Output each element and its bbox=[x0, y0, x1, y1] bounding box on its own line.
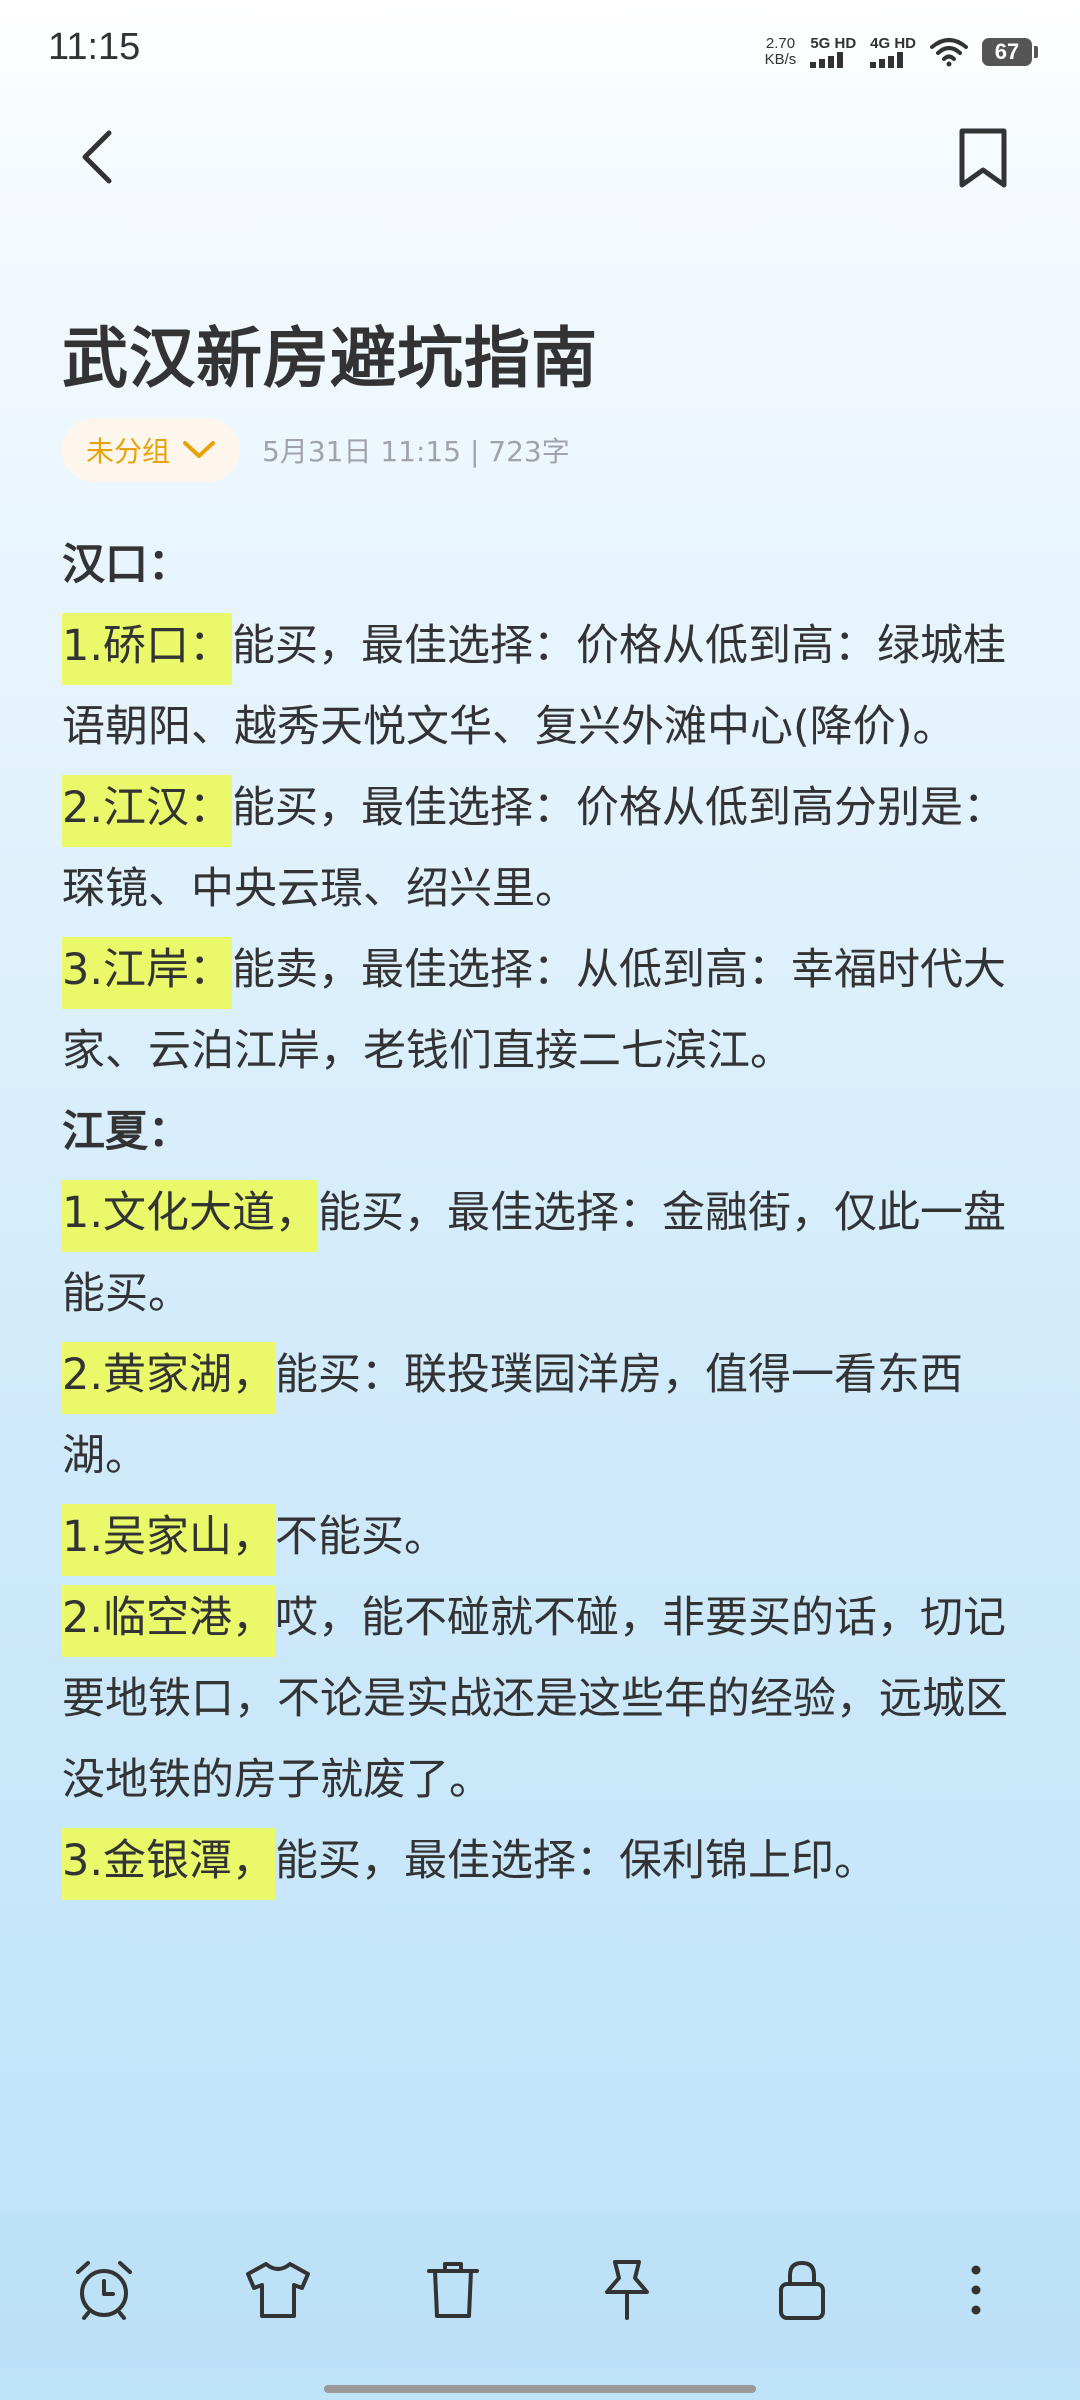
note-date-wordcount: 5月31日 11:15 | 723字 bbox=[262, 435, 570, 468]
trash-icon bbox=[426, 2262, 479, 2318]
signal-bars-icon bbox=[810, 52, 844, 68]
highlighted-text: 3.江岸： bbox=[62, 937, 233, 1009]
pin-button[interactable] bbox=[587, 2250, 667, 2330]
highlighted-text: 1.硚口： bbox=[62, 613, 233, 685]
bookmark-icon bbox=[959, 128, 1007, 188]
paragraph: 2.黄家湖，能买：联投璞园洋房，值得一看东西湖。 bbox=[62, 1335, 1027, 1497]
section-heading: 江夏： bbox=[62, 1107, 191, 1157]
bookmark-button[interactable] bbox=[948, 120, 1018, 196]
group-selector[interactable]: 未分组 bbox=[62, 418, 241, 482]
paragraph: 3.金银潭，能买，最佳选择：保利锦上印。 bbox=[62, 1821, 1027, 1902]
sim2-signal: 4G HD bbox=[870, 36, 916, 68]
lock-icon bbox=[778, 2260, 825, 2320]
back-button[interactable] bbox=[62, 122, 132, 192]
section-heading: 汉口： bbox=[62, 540, 191, 590]
paragraph: 2.临空港，哎，能不碰就不碰，非要买的话，切记要地铁口，不论是实战还是这些年的经… bbox=[62, 1578, 1027, 1821]
chevron-left-icon bbox=[82, 130, 112, 184]
alarm-clock-icon bbox=[76, 2261, 132, 2320]
delete-button[interactable] bbox=[413, 2250, 493, 2330]
home-indicator[interactable] bbox=[324, 2385, 756, 2393]
highlighted-text: 2.临空港， bbox=[62, 1585, 276, 1657]
battery-level: 67 bbox=[994, 39, 1020, 64]
group-label: 未分组 bbox=[86, 435, 171, 468]
chevron-down-icon bbox=[183, 441, 216, 458]
network-speed-value: 2.70 bbox=[765, 35, 796, 52]
paragraph-text: 能买，最佳选择：保利锦上印。 bbox=[275, 1836, 878, 1886]
paragraph: 1.吴家山，不能买。 bbox=[62, 1497, 1027, 1578]
skin-button[interactable] bbox=[238, 2250, 318, 2330]
highlighted-text: 2.黄家湖， bbox=[62, 1342, 276, 1414]
paragraph: 1.文化大道，能买，最佳选择：金融街，仅此一盘能买。 bbox=[62, 1173, 1027, 1335]
highlighted-text: 1.文化大道， bbox=[62, 1180, 319, 1252]
sim1-signal: 5G HD bbox=[810, 36, 856, 68]
paragraph: 1.硚口：能买，最佳选择：价格从低到高：绿城桂语朝阳、越秀天悦文华、复兴外滩中心… bbox=[62, 606, 1027, 768]
pin-icon bbox=[605, 2260, 650, 2320]
lock-button[interactable] bbox=[762, 2250, 842, 2330]
status-time: 11:15 bbox=[48, 26, 141, 68]
signal-bars-icon bbox=[870, 52, 904, 68]
status-icons: 2.70 KB/s 5G HD 4G HD 67 bbox=[765, 30, 1038, 74]
note-body[interactable]: 汉口： 1.硚口：能买，最佳选择：价格从低到高：绿城桂语朝阳、越秀天悦文华、复兴… bbox=[62, 525, 1027, 1902]
battery-icon: 67 bbox=[982, 38, 1038, 66]
wifi-icon bbox=[930, 38, 968, 67]
note-meta: 未分组 5月31日 11:15 | 723字 bbox=[62, 418, 570, 482]
network-speed: 2.70 KB/s bbox=[765, 36, 797, 68]
paragraph: 2.江汉：能买，最佳选择：价格从低到高分别是：琛镜、中央云璟、绍兴里。 bbox=[62, 768, 1027, 930]
paragraph: 3.江岸：能卖，最佳选择：从低到高：幸福时代大家、云泊江岸，老钱们直接二七滨江。 bbox=[62, 930, 1027, 1092]
more-icon bbox=[971, 2265, 981, 2315]
sim2-label: 4G HD bbox=[870, 35, 916, 52]
more-button[interactable] bbox=[936, 2250, 1016, 2330]
highlighted-text: 1.吴家山， bbox=[62, 1504, 276, 1576]
bottom-toolbar bbox=[0, 2212, 1080, 2368]
paragraph-text: 不能买。 bbox=[275, 1512, 448, 1562]
sim1-label: 5G HD bbox=[810, 35, 857, 52]
highlighted-text: 2.江汉： bbox=[62, 775, 233, 847]
reminder-button[interactable] bbox=[64, 2250, 144, 2330]
status-bar: 11:15 2.70 KB/s 5G HD 4G HD 67 bbox=[0, 0, 1080, 100]
highlighted-text: 3.金银潭， bbox=[62, 1828, 276, 1900]
shirt-icon bbox=[246, 2262, 311, 2318]
note-title[interactable]: 武汉新房避坑指南 bbox=[62, 305, 598, 401]
network-speed-unit: KB/s bbox=[764, 51, 797, 68]
